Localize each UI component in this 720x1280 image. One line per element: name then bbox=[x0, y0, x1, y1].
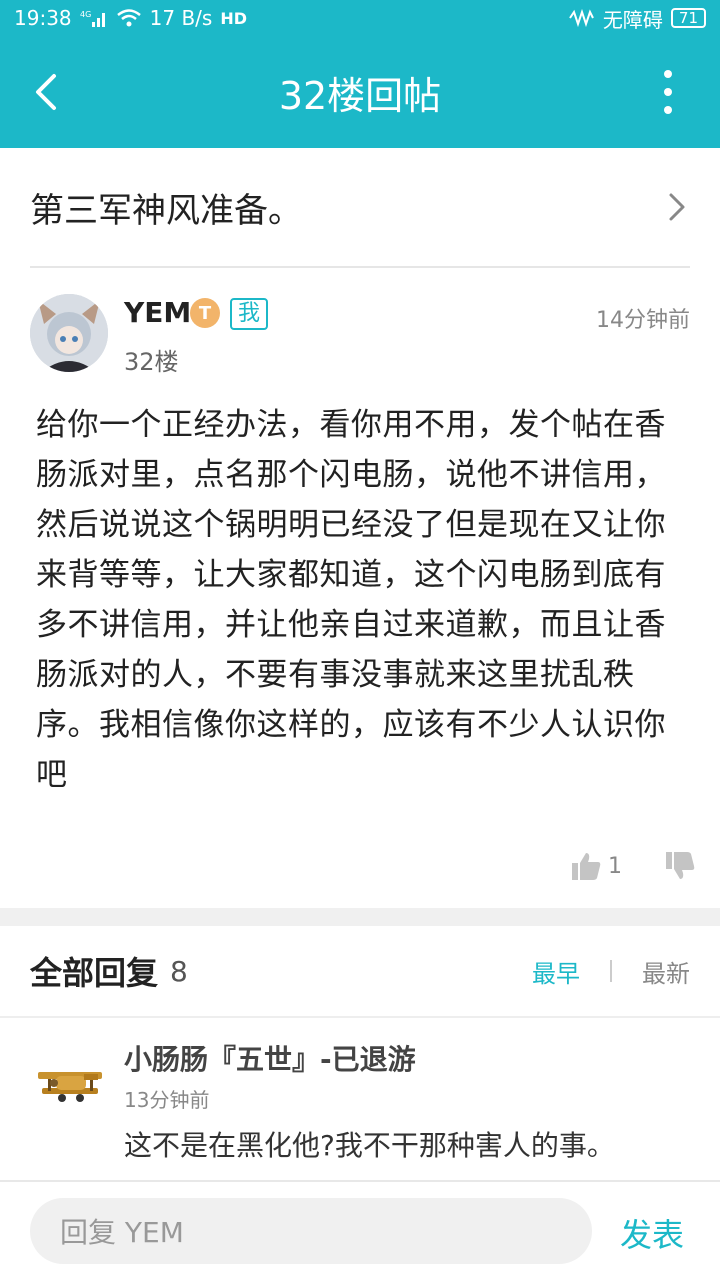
sort-earliest-button[interactable]: 最早 bbox=[532, 954, 580, 989]
more-dot-icon bbox=[664, 106, 672, 114]
accessibility-icon bbox=[567, 7, 595, 29]
floor-number: 32楼 bbox=[124, 348, 179, 376]
level-badge: T bbox=[190, 298, 220, 328]
back-arrow-icon bbox=[36, 74, 56, 110]
more-dot-icon bbox=[664, 88, 672, 96]
status-time: 19:38 bbox=[14, 6, 72, 30]
send-button[interactable]: 发表 bbox=[620, 1210, 684, 1256]
reply-time: 13分钟前 bbox=[124, 1088, 210, 1112]
svg-text:4G: 4G bbox=[80, 10, 91, 19]
thread-title: 第三军神风准备。 bbox=[30, 190, 302, 231]
post-body: 给你一个正经办法，看你用不用，发个帖在香肠派对里，点名那个闪电肠，说他不讲信用，… bbox=[36, 407, 666, 793]
post-header: YEM T 我 32楼 14分钟前 bbox=[30, 294, 690, 378]
reply-composer: 回复 YEM 发表 bbox=[0, 1180, 720, 1280]
reply-avatar[interactable] bbox=[34, 1046, 106, 1118]
section-divider bbox=[0, 908, 720, 926]
back-button[interactable] bbox=[26, 68, 66, 116]
hd-icon: HD bbox=[220, 8, 247, 28]
sort-latest-button[interactable]: 最新 bbox=[642, 954, 690, 989]
status-bar: 19:38 4G 17 B/s HD 无障碍 71 bbox=[0, 0, 720, 36]
reply-text: 这不是在黑化他?我不干那种害人的事。 bbox=[124, 1129, 615, 1162]
chevron-right-icon bbox=[669, 193, 685, 221]
replies-separator bbox=[0, 1016, 720, 1018]
thread-link[interactable]: 第三军神风准备。 bbox=[30, 148, 690, 268]
replies-header: 全部回复 8 最早 最新 bbox=[30, 926, 690, 1016]
reply-input[interactable]: 回复 YEM bbox=[30, 1198, 592, 1264]
replies-count: 8 bbox=[170, 954, 188, 988]
more-options-button[interactable] bbox=[656, 70, 680, 114]
replies-title: 全部回复 bbox=[30, 954, 159, 992]
wifi-icon bbox=[116, 7, 142, 29]
signal-icon: 4G bbox=[80, 7, 108, 29]
accessibility-label: 无障碍 bbox=[602, 7, 663, 32]
dislike-button[interactable] bbox=[664, 850, 696, 882]
post-username[interactable]: YEM bbox=[124, 296, 191, 329]
thumbs-up-icon bbox=[572, 853, 601, 880]
me-badge: 我 bbox=[230, 298, 269, 330]
thumbs-down-icon bbox=[666, 852, 695, 879]
reply-item[interactable]: 小肠肠『五世』-已退游 13分钟前 这不是在黑化他?我不干那种害人的事。 bbox=[0, 1020, 720, 1180]
network-speed: 17 B/s bbox=[149, 6, 213, 30]
title-bar: 32楼回帖 bbox=[0, 36, 720, 148]
sort-separator bbox=[610, 960, 612, 982]
user-avatar[interactable] bbox=[30, 294, 108, 372]
battery-icon: 71 bbox=[670, 8, 706, 28]
page-title: 32楼回帖 bbox=[278, 73, 442, 118]
more-dot-icon bbox=[664, 70, 672, 78]
like-button[interactable]: 1 bbox=[570, 850, 622, 882]
post-time: 14分钟前 bbox=[596, 308, 690, 333]
reply-author[interactable]: 小肠肠『五世』-已退游 bbox=[124, 1038, 416, 1078]
like-count: 1 bbox=[608, 853, 622, 879]
